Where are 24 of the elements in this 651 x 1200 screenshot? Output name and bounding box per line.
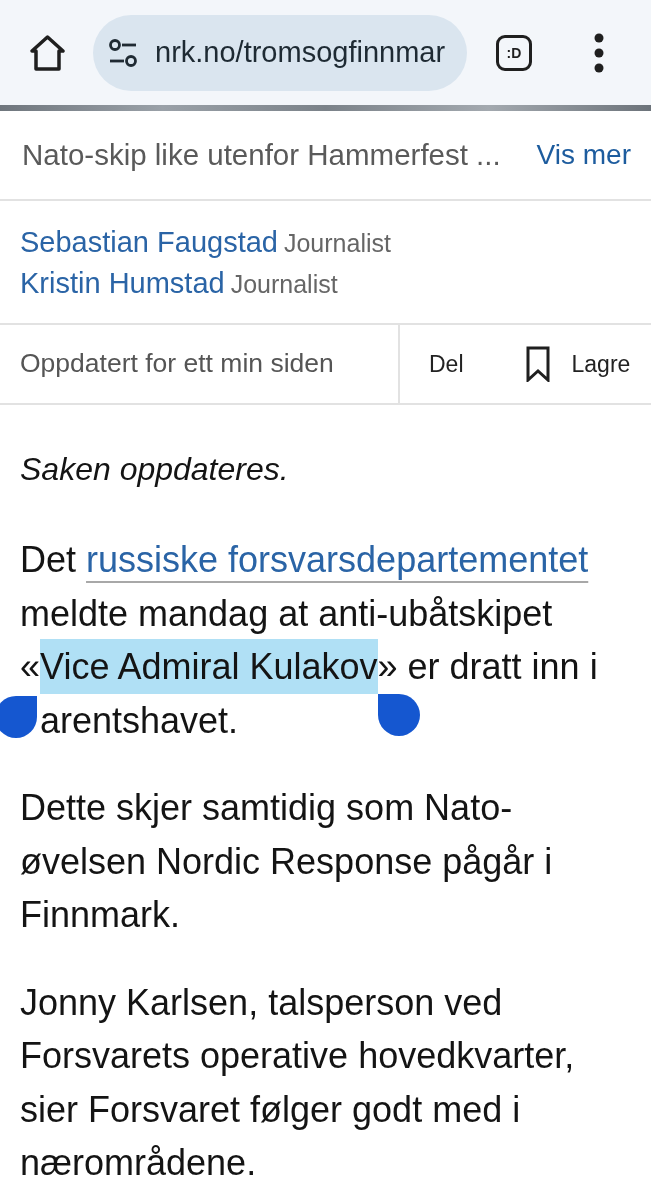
image-caption: Nato-skip like utenfor Hammerfest ... [22, 136, 501, 173]
save-button[interactable]: Lagre [525, 325, 631, 403]
tab-switcher-button[interactable]: :D [496, 34, 532, 71]
article-paragraph: Jonny Karlsen, talsperson ved Forsvarets operative hovedkvarter, sier Forsvaret følger godt med i nærområdene. [20, 980, 576, 1185]
article-paragraph: Det russiske forsvarsdepartementet meldte mandag at anti-ubåtskipet «Vice Admiral Kulakov» er dratt inn i arentshavet. [20, 533, 617, 747]
author-name-link[interactable]: Sebastian Faugstad [20, 222, 278, 263]
selection-end-handle-icon[interactable] [377, 694, 420, 736]
url-text[interactable]: nrk.no/tromsogfinnmar [155, 30, 446, 75]
sliders-icon[interactable] [109, 38, 137, 67]
author-name-link[interactable]: Kristin Humstad [20, 263, 225, 304]
bookmark-icon [525, 346, 550, 382]
show-more-link[interactable]: Vis mer [536, 134, 631, 176]
address-bar[interactable]: nrk.no/tromsogfinnmar [93, 14, 467, 91]
author-role: Journalist [283, 228, 391, 259]
article-paragraph: Dette skjer samtidig som Nato-øvelsen Nordic Response pågår i Finnmark. [20, 786, 554, 937]
author-role: Journalist [230, 269, 338, 300]
home-icon[interactable] [30, 34, 65, 71]
menu-icon[interactable] [594, 32, 604, 73]
selected-text[interactable]: Vice Admiral Kulakov [40, 639, 378, 694]
share-button[interactable]: Del [429, 325, 464, 403]
article-link[interactable]: russiske forsvarsdepartementet [86, 539, 589, 580]
updated-time: Oppdatert for ett min siden [20, 347, 334, 381]
selection-start-handle-icon[interactable] [0, 695, 37, 738]
update-note: Saken oppdateres. [20, 450, 290, 489]
